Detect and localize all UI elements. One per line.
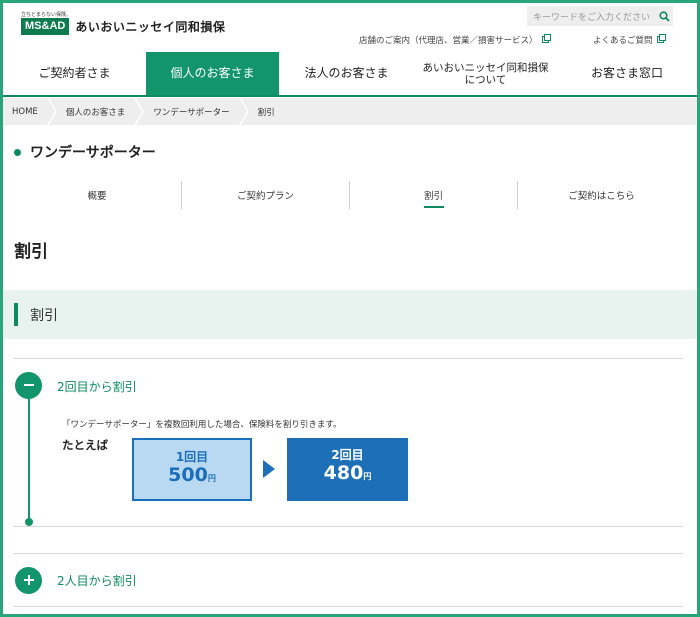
divider	[13, 526, 683, 527]
plus-icon	[23, 571, 35, 590]
price-before-value: 500	[168, 464, 208, 486]
site-logo[interactable]: 立ちどまらない保険。 MS&AD あいおいニッセイ同和損保	[21, 11, 225, 35]
price-before-unit: 円	[207, 474, 216, 483]
example-label: たとえば	[62, 438, 108, 452]
discount-description: 「ワンデーサポーター」を複数回利用した場合、保険料を割り引きます。	[62, 420, 342, 430]
expand-button[interactable]	[15, 567, 42, 594]
util-link-stores-label: 店舗のご案内（代理店、営業／損害サービス）	[359, 36, 538, 46]
nav-item-individual[interactable]: 個人のお客さま	[146, 52, 279, 95]
util-link-stores[interactable]: 店舗のご案内（代理店、営業／損害サービス）	[359, 34, 551, 46]
search-box[interactable]: キーワードをご入力ください	[527, 6, 673, 26]
price-box-after: 2回目 480円	[287, 438, 408, 501]
nav-item-contractors[interactable]: ご契約者さま	[3, 52, 146, 95]
accordion-connector-line	[28, 386, 30, 522]
breadcrumb-current: 割引	[257, 107, 275, 118]
breadcrumb-separator-icon	[134, 97, 145, 126]
price-after-value: 480	[323, 462, 364, 484]
price-after-label: 2回目	[331, 448, 364, 462]
minus-icon	[23, 376, 35, 395]
heading-band: 割引	[3, 290, 697, 339]
util-link-faq[interactable]: よくあるご質問	[593, 34, 666, 46]
accordion-connector-end	[25, 518, 33, 526]
price-after-unit: 円	[363, 472, 372, 481]
accordion-title-repeat[interactable]: 2回目から割引	[57, 378, 137, 395]
search-icon[interactable]	[655, 6, 673, 26]
nav-item-contact[interactable]: お客さま窓口	[557, 52, 697, 95]
divider	[13, 358, 683, 359]
company-name: あいおいニッセイ同和損保	[75, 20, 226, 34]
search-input[interactable]: キーワードをご入力ください	[527, 10, 655, 23]
collapse-button[interactable]	[15, 372, 42, 399]
tab-plans[interactable]: ご契約プラン	[181, 181, 349, 209]
page-frame: 立ちどまらない保険。 MS&AD あいおいニッセイ同和損保 キーワードをご入力く…	[0, 0, 700, 617]
divider	[13, 606, 683, 607]
global-nav: ご契約者さま 個人のお客さま 法人のお客さま あいおいニッセイ同和損保 について…	[3, 52, 697, 97]
breadcrumb: HOME 個人のお客さま ワンデーサポーター 割引	[3, 97, 697, 126]
logo-mark: MS&AD	[21, 18, 70, 35]
page-title: ワンデーサポーター	[14, 142, 156, 162]
breadcrumb-individual[interactable]: 個人のお客さま	[66, 106, 126, 118]
logo-tagline: 立ちどまらない保険。	[21, 12, 72, 18]
divider	[13, 553, 683, 554]
heading-band-text: 割引	[30, 308, 58, 324]
external-link-icon	[541, 34, 551, 46]
price-box-before: 1回目 500円	[132, 438, 252, 501]
heading-bar	[14, 303, 18, 326]
bullet-icon	[14, 148, 21, 156]
nav-item-corporate[interactable]: 法人のお客さま	[279, 52, 414, 95]
price-before-label: 1回目	[175, 450, 209, 464]
arrow-right-icon	[263, 460, 275, 478]
tab-overview[interactable]: 概要	[13, 181, 181, 209]
external-link-icon	[656, 34, 666, 46]
tab-discount[interactable]: 割引	[349, 181, 517, 209]
breadcrumb-product[interactable]: ワンデーサポーター	[153, 106, 229, 118]
breadcrumb-separator-icon	[239, 97, 249, 126]
page-title-text: ワンデーサポーター	[30, 145, 156, 161]
nav-item-about[interactable]: あいおいニッセイ同和損保 について	[414, 52, 557, 95]
breadcrumb-home[interactable]: HOME	[12, 107, 38, 117]
tab-apply[interactable]: ご契約はこちら	[517, 181, 685, 209]
breadcrumb-separator-icon	[47, 97, 57, 126]
accordion-title-multi-person[interactable]: 2人目から割引	[57, 572, 137, 589]
section-title: 割引	[14, 242, 48, 262]
sub-nav: 概要 ご契約プラン 割引 ご契約はこちら	[13, 181, 685, 209]
util-link-faq-label: よくあるご質問	[593, 36, 653, 46]
